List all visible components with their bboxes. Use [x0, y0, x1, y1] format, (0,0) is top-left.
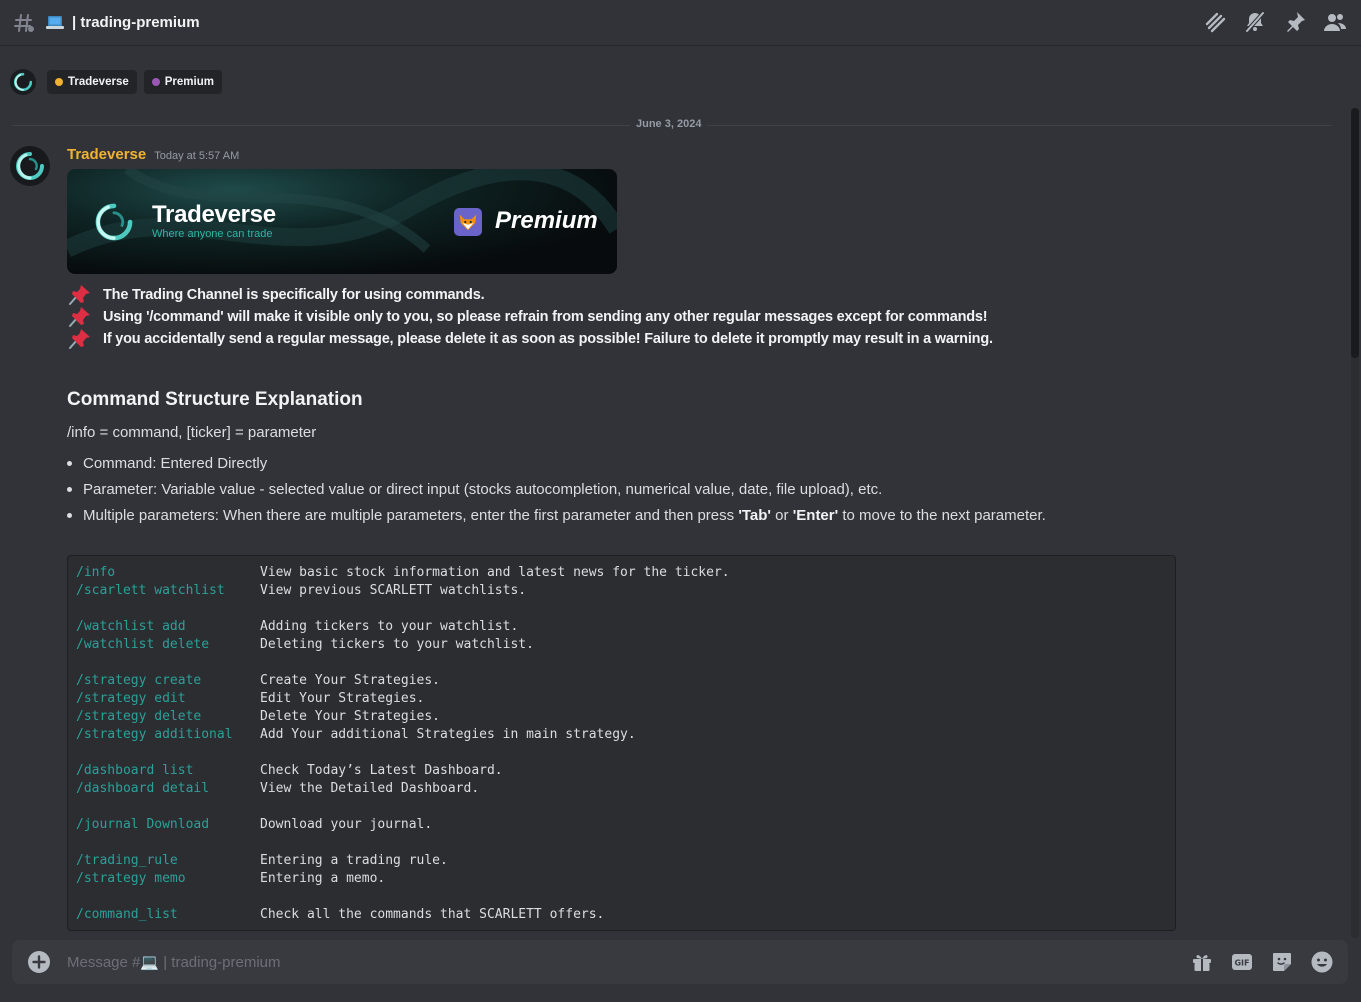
tradeverse-logo-icon	[91, 199, 137, 245]
command-description: Entering a trading rule.	[260, 853, 448, 868]
author-roles-row: Tradeverse Premium	[10, 68, 222, 96]
command-name: /strategy memo	[76, 871, 186, 886]
bullet-text: Multiple parameters: When there are mult…	[83, 507, 1046, 524]
bot-avatar-small[interactable]	[10, 69, 36, 95]
composer-toolbar: GIF	[1190, 949, 1334, 975]
command-description: View basic stock information and latest …	[260, 565, 730, 580]
command-name: /dashboard list	[76, 763, 194, 778]
banner-tagline: Where anyone can trade	[152, 228, 273, 240]
command-description: Check all the commands that SCARLETT off…	[260, 907, 605, 922]
bullet-dot	[67, 460, 72, 466]
bullet-text-part: or	[771, 506, 793, 524]
section-heading: Command Structure Explanation	[67, 389, 363, 410]
svg-text:GIF: GIF	[1234, 959, 1249, 968]
message-scrollbar-thumb[interactable]	[1351, 108, 1359, 358]
command-description: Deleting tickers to your watchlist.	[260, 637, 534, 652]
command-description: Entering a memo.	[260, 871, 386, 886]
command-description: Delete Your Strategies.	[260, 709, 441, 724]
laptop-emoji-icon	[46, 15, 64, 31]
command-name: /journal Download	[76, 817, 210, 832]
pushpin-icon	[67, 284, 91, 306]
role-name: Tradeverse	[68, 76, 129, 88]
command-description: Adding tickers to your watchlist.	[260, 619, 519, 634]
command-description: Check Today’s Latest Dashboard.	[260, 763, 503, 778]
message-composer: GIF	[12, 940, 1348, 984]
rule-text: If you accidentally send a regular messa…	[103, 331, 993, 347]
list-item: Command: Entered Directly	[67, 450, 1046, 476]
emoji-icon[interactable]	[1310, 949, 1334, 975]
fox-icon	[454, 208, 482, 236]
enter-key-label: 'Enter'	[792, 506, 839, 524]
command-name: /strategy create	[76, 673, 202, 688]
channel-title: | trading-premium	[72, 14, 200, 31]
pinned-messages-icon[interactable]	[1283, 9, 1307, 35]
role-name: Premium	[164, 76, 214, 88]
member-list-icon[interactable]	[1323, 9, 1347, 35]
message-input[interactable]	[67, 951, 967, 973]
rule-item: The Trading Channel is specifically for …	[67, 284, 993, 306]
command-parameter-example: /info = command, [ticker] = parameter	[67, 424, 317, 441]
notifications-muted-icon[interactable]	[1243, 9, 1267, 35]
command-description: View previous SCARLETT watchlists.	[260, 583, 527, 598]
role-pill-premium[interactable]: Premium	[143, 70, 222, 94]
command-list-codeblock[interactable]: /info View basic stock information and la…	[67, 555, 1176, 931]
rule-item: Using '/command' will make it visible on…	[67, 306, 993, 328]
message-timestamp[interactable]: Today at 5:57 AM	[154, 150, 239, 162]
message-scrollbar-track[interactable]	[1351, 108, 1359, 938]
command-name: /dashboard detail	[76, 781, 210, 796]
command-name: /command_list	[76, 907, 178, 922]
pushpin-icon	[67, 328, 91, 350]
bullet-text: Parameter: Variable value - selected val…	[83, 480, 883, 498]
command-name: /watchlist add	[76, 619, 186, 634]
role-color-dot	[55, 78, 63, 86]
command-name: /strategy edit	[76, 691, 186, 706]
rule-item: If you accidentally send a regular messa…	[67, 328, 993, 350]
header-toolbar	[1203, 9, 1347, 35]
date-divider-label: June 3, 2024	[630, 118, 708, 130]
command-name: /scarlett watchlist	[76, 583, 225, 598]
rule-text: Using '/command' will make it visible on…	[103, 309, 988, 325]
rule-text: The Trading Channel is specifically for …	[103, 287, 485, 303]
command-name: /info	[76, 565, 116, 580]
bullet-text-part: Multiple parameters: When there are mult…	[83, 506, 739, 524]
bullet-text-part: to move to the next parameter.	[838, 506, 1046, 524]
channel-rules: The Trading Channel is specifically for …	[67, 284, 993, 350]
author-username[interactable]: Tradeverse	[67, 146, 146, 163]
list-item: Multiple parameters: When there are mult…	[67, 502, 1046, 528]
pushpin-icon	[67, 306, 91, 328]
banner-brand-name: Tradeverse	[152, 201, 276, 228]
role-color-dot	[151, 78, 160, 86]
sticker-icon[interactable]	[1270, 949, 1294, 975]
command-name: /strategy delete	[76, 709, 202, 724]
command-description: Create Your Strategies.	[260, 673, 441, 688]
bullet-text: Command: Entered Directly	[83, 454, 268, 472]
command-name: /watchlist delete	[76, 637, 210, 652]
bullet-dot	[67, 486, 72, 492]
gif-icon[interactable]: GIF	[1230, 949, 1254, 975]
message-header: Tradeverse Today at 5:57 AM	[67, 146, 239, 163]
threads-icon[interactable]	[1203, 9, 1227, 35]
command-description: Add Your additional Strategies in main s…	[260, 727, 636, 742]
command-name: /strategy additional	[76, 727, 233, 742]
premium-banner-image[interactable]: Tradeverse Where anyone can trade Premiu…	[67, 169, 617, 274]
structure-bullet-list: Command: Entered Directly Parameter: Var…	[67, 450, 1046, 528]
gift-icon[interactable]	[1190, 949, 1214, 975]
command-description: View the Detailed Dashboard.	[260, 781, 480, 796]
channel-header: | trading-premium	[0, 0, 1361, 46]
command-name: /trading_rule	[76, 853, 178, 868]
command-description: Edit Your Strategies.	[260, 691, 425, 706]
bullet-dot	[67, 512, 72, 518]
upload-plus-icon[interactable]	[27, 950, 51, 974]
text-channel-hash-icon	[12, 11, 36, 35]
banner-premium-label: Premium	[495, 207, 598, 234]
tab-key-label: 'Tab'	[738, 506, 772, 524]
list-item: Parameter: Variable value - selected val…	[67, 476, 1046, 502]
author-avatar[interactable]	[10, 146, 50, 186]
role-pill-tradeverse[interactable]: Tradeverse	[47, 70, 137, 94]
command-description: Download your journal.	[260, 817, 433, 832]
